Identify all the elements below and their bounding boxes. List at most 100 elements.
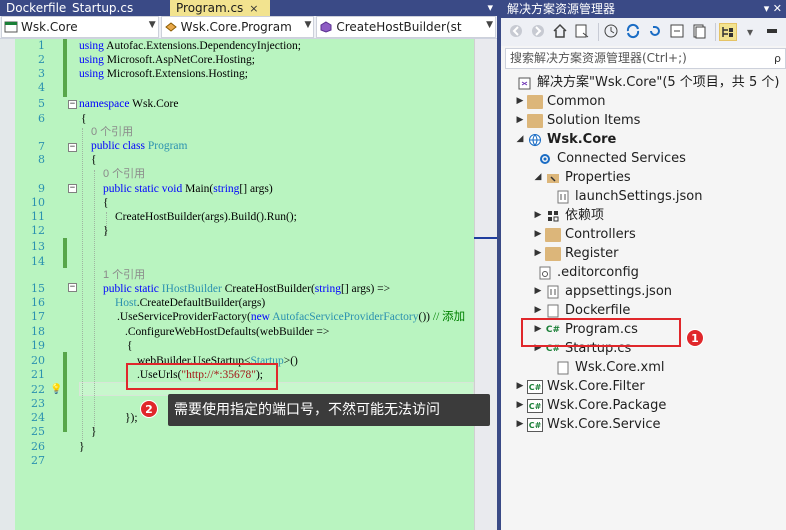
tab-label: Dockerfile (6, 1, 67, 15)
tree-node-properties[interactable]: ◢ Properties (531, 168, 631, 187)
close-tab-icon[interactable]: × (249, 2, 258, 15)
line-number: 23 (31, 397, 45, 410)
collapse-toggle[interactable]: − (68, 100, 77, 109)
folder-icon (527, 94, 543, 109)
tab-program-cs[interactable]: Program.cs × (170, 0, 270, 16)
tree-node-label: Properties (565, 170, 631, 185)
tree-node-common[interactable]: ▶ Common (513, 92, 606, 111)
code-line: using Autofac.Extensions.DependencyInjec… (79, 40, 301, 52)
csharp-project-icon (4, 21, 18, 33)
tree-node-controllers[interactable]: ▶ Controllers (531, 225, 636, 244)
tree-node-label: 依赖项 (565, 208, 605, 223)
line-number: 17 (31, 310, 45, 323)
tree-node-dependencies[interactable]: ▶ 依赖项 (531, 206, 604, 225)
chevron-down-icon[interactable]: ▾ (741, 23, 759, 41)
saved-change-bar (63, 39, 67, 97)
collapse-all-icon[interactable] (668, 23, 686, 41)
code-editor[interactable]: Dockerfile Startup.cs Program.cs × ▾ Wsk.… (0, 0, 497, 530)
codelens-reference-count[interactable]: 0 个引用 (91, 125, 133, 139)
tree-node-wsk-core-package[interactable]: ▶ C# Wsk.Core.Package (513, 396, 667, 415)
class-dropdown[interactable]: Wsk.Core.Program ▼ (160, 16, 315, 38)
sync-icon[interactable] (624, 23, 642, 41)
line-number: 24 (31, 411, 45, 424)
expand-icon[interactable]: ▶ (531, 282, 545, 301)
tab-dockerfile[interactable]: Dockerfile (0, 0, 66, 16)
properties-icon (545, 171, 561, 185)
tree-node-solution[interactable]: 解决方案"Wsk.Core"(5 个项目，共 5 个) (517, 73, 779, 92)
method-icon (319, 21, 333, 33)
line-number: 10 (31, 196, 45, 209)
code-line: { (91, 154, 97, 166)
line-number: 26 (31, 440, 45, 453)
line-number: 2 (38, 53, 45, 66)
tree-node-wsk-core-xml[interactable]: Wsk.Core.xml (555, 358, 664, 377)
sync-with-active-document-icon[interactable] (719, 23, 737, 41)
back-button[interactable] (507, 23, 525, 41)
search-icon[interactable]: ρ (774, 49, 781, 68)
tree-node-solution-items[interactable]: ▶ Solution Items (513, 111, 641, 130)
chevron-down-icon: ▼ (146, 20, 156, 30)
line-number: 16 (31, 296, 45, 309)
expand-icon[interactable]: ▶ (513, 396, 527, 415)
code-line: { (103, 197, 109, 209)
code-line: public static void Main(string[] args) (103, 183, 273, 195)
code-line: namespace Wsk.Core (79, 98, 179, 110)
collapse-toggle[interactable]: − (68, 283, 77, 292)
file-icon (545, 304, 561, 318)
folder-icon (545, 227, 561, 242)
collapse-toggle[interactable]: − (68, 143, 77, 152)
tab-startup-cs[interactable]: Startup.cs (66, 0, 170, 16)
connected-services-icon (537, 152, 553, 166)
lightbulb-icon[interactable]: 💡 (50, 384, 62, 395)
code-line: using Microsoft.AspNetCore.Hosting; (79, 54, 256, 66)
tree-node-connected-services[interactable]: Connected Services (537, 149, 686, 168)
tree-node-appsettings[interactable]: ▶ appsettings.json (531, 282, 673, 301)
member-dropdown[interactable]: CreateHostBuilder(st ▼ (316, 16, 496, 38)
collapse-icon[interactable]: ◢ (513, 130, 527, 149)
collapse-icon[interactable]: ◢ (531, 168, 545, 187)
tab-label: Startup.cs (72, 1, 134, 15)
expand-icon[interactable]: ▶ (531, 244, 545, 263)
folder-icon (527, 113, 543, 128)
line-number: 1 (38, 39, 45, 52)
expand-icon[interactable]: ▶ (513, 92, 527, 111)
code-text-area[interactable]: using Autofac.Extensions.DependencyInjec… (79, 39, 474, 530)
project-dropdown[interactable]: Wsk.Core ▼ (1, 16, 159, 38)
project-dropdown-label: Wsk.Core (21, 20, 78, 34)
show-all-files-icon[interactable] (690, 23, 708, 41)
expand-icon[interactable]: ▶ (513, 111, 527, 130)
refresh-icon[interactable] (646, 23, 664, 41)
line-number: 22 (31, 383, 45, 396)
forward-button[interactable] (529, 23, 547, 41)
tab-overflow-icon[interactable]: ▾ (487, 0, 493, 16)
panel-options-icon[interactable]: ▾ ✕ (764, 0, 782, 18)
tree-node-editorconfig[interactable]: .editorconfig (537, 263, 639, 282)
collapse-toggle[interactable]: − (68, 184, 77, 193)
codelens-reference-count[interactable]: 0 个引用 (103, 167, 145, 181)
tree-node-label: Solution Items (547, 113, 641, 128)
code-line: } (91, 426, 97, 438)
tree-node-wsk-core-service[interactable]: ▶ C# Wsk.Core.Service (513, 415, 661, 434)
vertical-scrollbar[interactable] (474, 39, 497, 530)
tree-node-register[interactable]: ▶ Register (531, 244, 619, 263)
tree-node-wsk-core-filter[interactable]: ▶ C# Wsk.Core.Filter (513, 377, 645, 396)
pending-changes-filter-icon[interactable] (602, 23, 620, 41)
switch-views-icon[interactable] (573, 23, 591, 41)
line-number: 8 (38, 153, 45, 166)
tree-node-launch-settings[interactable]: launchSettings.json (555, 187, 702, 206)
document-tab-bar: Dockerfile Startup.cs Program.cs × ▾ (0, 0, 497, 16)
search-input[interactable]: 搜索解决方案资源管理器(Ctrl+;) ρ (505, 48, 786, 69)
home-icon[interactable] (551, 23, 569, 41)
expand-icon[interactable]: ▶ (531, 225, 545, 244)
config-file-icon (537, 266, 553, 280)
tree-node-wsk-core[interactable]: ◢ Wsk.Core (513, 130, 617, 149)
properties-icon[interactable] (763, 23, 781, 41)
expand-icon[interactable]: ▶ (531, 206, 545, 225)
tree-node-label: Wsk.Core.Service (547, 417, 661, 432)
codelens-reference-count[interactable]: 1 个引用 (103, 268, 145, 282)
expand-icon[interactable]: ▶ (513, 415, 527, 434)
code-line: CreateHostBuilder(args).Build().Run(); (115, 211, 297, 223)
expand-icon[interactable]: ▶ (513, 377, 527, 396)
code-line: { (127, 340, 133, 352)
line-number: 5 (38, 97, 45, 110)
